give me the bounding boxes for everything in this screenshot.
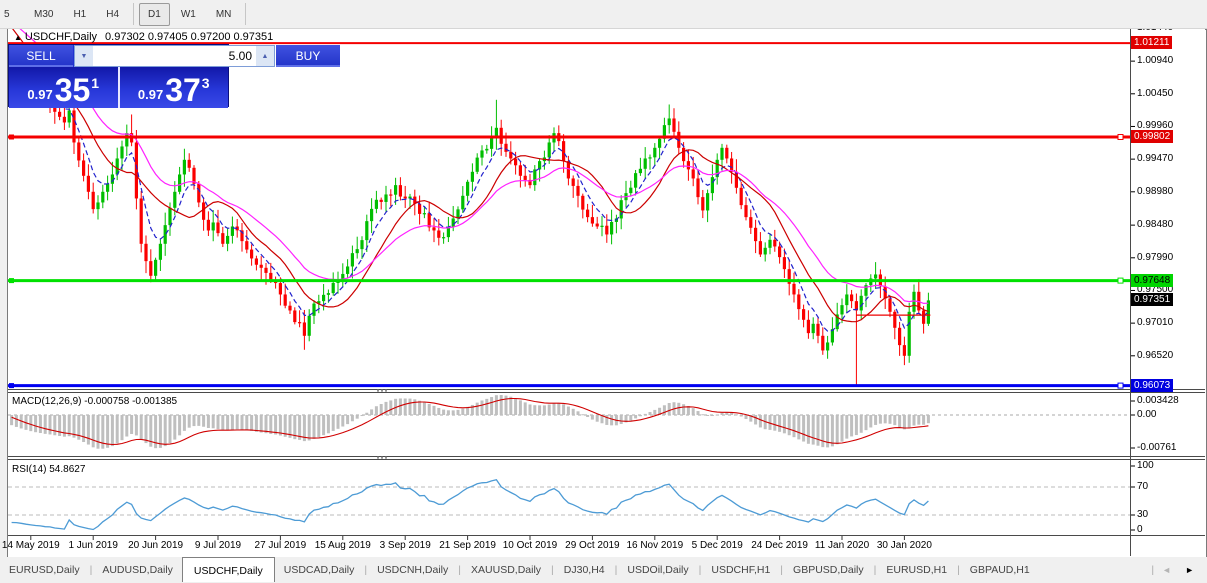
date-label: 29 Oct 2019 xyxy=(557,540,627,551)
tab-usdcad-daily[interactable]: USDCAD,Daily xyxy=(275,559,364,581)
toolbar-divider xyxy=(245,3,246,25)
price-axis-label: 0.99470 xyxy=(1137,153,1173,164)
date-label: 1 Jun 2019 xyxy=(58,540,128,551)
volume-spinner: ▼ ▲ xyxy=(74,45,275,67)
macd-indicator-label: MACD(12,26,9) -0.000758 -0.001385 xyxy=(12,396,177,407)
tab-separator: | xyxy=(699,564,702,576)
price-axis-label: 0.96520 xyxy=(1137,350,1173,361)
volume-decrease-button[interactable]: ▼ xyxy=(75,46,93,66)
tab-separator: | xyxy=(780,564,783,576)
price-level-badge: 1.01211 xyxy=(1131,36,1172,49)
rsi-indicator-label: RSI(14) 54.8627 xyxy=(12,464,85,475)
date-label: 3 Sep 2019 xyxy=(370,540,440,551)
macd-axis-label: -0.00761 xyxy=(1137,442,1176,453)
tab-scroll-controls: |◄► xyxy=(1150,563,1201,577)
sell-price-small: 0.97 xyxy=(27,87,52,102)
timeframe-h1[interactable]: H1 xyxy=(64,3,95,26)
rsi-axis-label: 70 xyxy=(1137,481,1148,492)
price-level-badge: 0.96073 xyxy=(1131,379,1173,392)
buy-button[interactable]: BUY xyxy=(276,45,340,67)
tab-separator: | xyxy=(615,564,618,576)
sell-price-sup: 1 xyxy=(91,75,99,91)
buy-price-sup: 3 xyxy=(202,75,210,91)
date-label: 30 Jan 2020 xyxy=(869,540,939,551)
tab-gbpaud-h1[interactable]: GBPAUD,H1 xyxy=(961,559,1039,581)
chart-window xyxy=(7,29,1207,559)
tab-separator: | xyxy=(551,564,554,576)
tab-usdcnh-daily[interactable]: USDCNH,Daily xyxy=(368,559,457,581)
tab-separator: | xyxy=(90,564,93,576)
sell-price-big: 35 xyxy=(55,75,91,105)
timeframe-mn[interactable]: MN xyxy=(207,3,241,26)
tab-separator: | xyxy=(458,564,461,576)
current-price-badge: 0.97351 xyxy=(1131,293,1173,306)
tab-usdchf-daily[interactable]: USDCHF,Daily xyxy=(182,557,275,582)
one-click-trading-panel: SELL ▼ ▲ BUY 0.97 35 1 0.97 37 3 xyxy=(8,44,229,107)
buy-price-display[interactable]: 0.97 37 3 xyxy=(120,67,229,108)
timeframe-w1[interactable]: W1 xyxy=(172,3,205,26)
chart-title: ▲USDCHF,Daily 0.97302 0.97405 0.97200 0.9… xyxy=(14,31,273,43)
timeframe-toolbar: 5M30H1H4 D1W1MN xyxy=(0,0,1207,29)
volume-increase-button[interactable]: ▲ xyxy=(256,46,274,66)
timeframe-5[interactable]: 5 xyxy=(1,3,23,26)
tab-usdchf-h1[interactable]: USDCHF,H1 xyxy=(702,559,779,581)
price-axis-label: 0.97990 xyxy=(1137,252,1173,263)
rsi-axis-label: 100 xyxy=(1137,460,1154,471)
chart-tab-bar: EURUSD,Daily|AUDUSD,DailyUSDCHF,DailyUSD… xyxy=(0,557,1207,583)
timeframe-h4[interactable]: H4 xyxy=(97,3,128,26)
price-axis-label: 1.00940 xyxy=(1137,55,1173,66)
tab-scroll-left-icon[interactable]: ◄ xyxy=(1155,563,1178,577)
date-label: 15 Aug 2019 xyxy=(308,540,378,551)
tab-eurusd-h1[interactable]: EURUSD,H1 xyxy=(877,559,956,581)
macd-axis-label: 0.00 xyxy=(1137,409,1156,420)
chart-ohlc-values: 0.97302 0.97405 0.97200 0.97351 xyxy=(105,31,273,43)
tab-xauusd-daily[interactable]: XAUUSD,Daily xyxy=(462,559,550,581)
chart-symbol-label: USDCHF,Daily xyxy=(25,31,97,43)
sell-price-display[interactable]: 0.97 35 1 xyxy=(9,67,120,108)
tab-separator: | xyxy=(874,564,877,576)
date-label: 16 Nov 2019 xyxy=(620,540,690,551)
timeframe-m30[interactable]: M30 xyxy=(25,3,62,26)
date-label: 5 Dec 2019 xyxy=(682,540,752,551)
tab-separator: | xyxy=(1151,564,1154,576)
tab-dj30-h4[interactable]: DJ30,H4 xyxy=(555,559,614,581)
volume-input[interactable] xyxy=(93,46,256,66)
price-level-badge: 0.97648 xyxy=(1131,274,1173,287)
buy-price-small: 0.97 xyxy=(138,87,163,102)
sell-button[interactable]: SELL xyxy=(9,45,73,67)
tab-gbpusd-daily[interactable]: GBPUSD,Daily xyxy=(784,559,873,581)
rsi-axis-label: 0 xyxy=(1137,524,1143,535)
date-label: 10 Oct 2019 xyxy=(495,540,565,551)
tab-separator: | xyxy=(364,564,367,576)
date-label: 20 Jun 2019 xyxy=(121,540,191,551)
price-axis-label: 0.98480 xyxy=(1137,219,1173,230)
tab-eurusd-daily[interactable]: EURUSD,Daily xyxy=(0,559,89,581)
buy-price-big: 37 xyxy=(165,75,201,105)
price-level-badge: 0.99802 xyxy=(1131,130,1173,143)
collapse-triangle-icon[interactable]: ▲ xyxy=(14,33,22,42)
date-label: 11 Jan 2020 xyxy=(807,540,877,551)
date-label: 9 Jul 2019 xyxy=(183,540,253,551)
mt4-terminal: 5M30H1H4D1W1MN ▲USDCHF,Daily0.97302 0.97… xyxy=(0,0,1207,583)
date-label: 21 Sep 2019 xyxy=(433,540,503,551)
date-label: 27 Jul 2019 xyxy=(245,540,315,551)
toolbar-divider xyxy=(133,3,134,25)
rsi-axis-label: 30 xyxy=(1137,509,1148,520)
price-axis-label: 1.00450 xyxy=(1137,88,1173,99)
price-axis-label: 0.97010 xyxy=(1137,317,1173,328)
tab-separator: | xyxy=(957,564,960,576)
price-axis-label: 0.98980 xyxy=(1137,186,1173,197)
date-label: 14 May 2019 xyxy=(0,540,66,551)
tab-scroll-right-icon[interactable]: ► xyxy=(1178,563,1201,577)
timeframe-d1[interactable]: D1 xyxy=(139,3,170,26)
macd-axis-label: 0.003428 xyxy=(1137,395,1179,406)
tab-usdoil-daily[interactable]: USDOil,Daily xyxy=(618,559,697,581)
date-label: 24 Dec 2019 xyxy=(745,540,815,551)
tab-audusd-daily[interactable]: AUDUSD,Daily xyxy=(93,559,182,581)
